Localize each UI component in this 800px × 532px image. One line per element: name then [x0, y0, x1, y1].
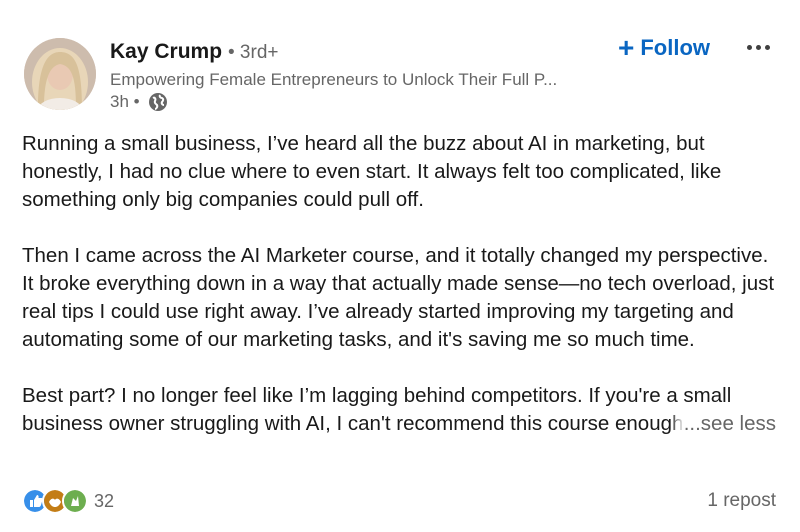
author-headline[interactable]: Empowering Female Entrepreneurs to Unloc…: [110, 70, 605, 90]
post-truncated-line: business owner struggling with AI, I can…: [22, 412, 682, 435]
connection-degree: • 3rd+: [228, 42, 279, 63]
globe-icon: [148, 92, 168, 112]
ellipsis-icon: [764, 44, 770, 50]
post-paragraph-1: Running a small business, I’ve heard all…: [22, 132, 722, 211]
profile-photo-icon: [24, 38, 96, 110]
author-avatar[interactable]: [24, 38, 96, 110]
post-meta: 3h •: [110, 92, 168, 112]
post-body: Running a small business, I’ve heard all…: [22, 130, 782, 438]
author-name[interactable]: Kay Crump: [110, 40, 222, 64]
post-time: 3h •: [110, 92, 140, 111]
post-paragraph-3: Best part? I no longer feel like I’m lag…: [22, 382, 782, 438]
repost-count[interactable]: 1 repost: [707, 490, 776, 512]
celebrate-reaction-icon: [62, 488, 88, 514]
reaction-icons: [22, 488, 88, 514]
post-paragraph-3-text: Best part? I no longer feel like I’m lag…: [22, 384, 732, 407]
see-less-link[interactable]: ...see less: [669, 410, 776, 438]
ellipsis-icon: [746, 44, 752, 50]
post-paragraph-2: Then I came across the AI Marketer cours…: [22, 244, 775, 351]
plus-icon: +: [618, 32, 635, 63]
more-options-button[interactable]: [742, 34, 774, 60]
reaction-count: 32: [94, 490, 115, 511]
follow-button[interactable]: + Follow: [612, 30, 716, 66]
follow-label: Follow: [640, 35, 711, 60]
feed-post: Kay Crump • 3rd+ Empowering Female Entre…: [0, 0, 800, 532]
reactions-summary[interactable]: 32: [22, 488, 114, 514]
ellipsis-icon: [755, 44, 761, 50]
